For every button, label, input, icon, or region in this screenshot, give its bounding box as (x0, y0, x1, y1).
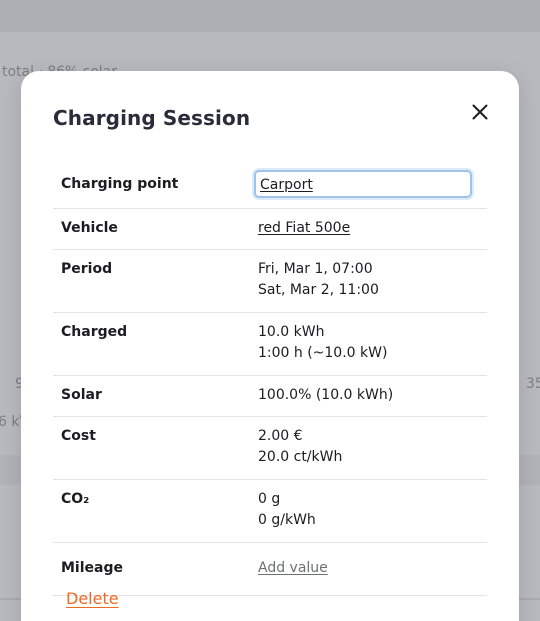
vehicle-link[interactable]: red Fiat 500e (258, 220, 350, 236)
co2-total: 0 g (258, 491, 281, 507)
add-mileage-link[interactable]: Add value (258, 560, 328, 576)
row-label: Solar (61, 387, 102, 403)
charging-point-link[interactable]: Carport (260, 177, 313, 193)
row-charged: Charged 10.0 kWh 1:00 h (~10.0 kW) (53, 313, 487, 376)
row-co2: CO₂ 0 g 0 g/kWh (53, 480, 487, 543)
row-solar: Solar 100.0% (10.0 kWh) (53, 376, 487, 417)
solar-value: 100.0% (10.0 kWh) (258, 387, 394, 403)
row-label: Mileage (61, 560, 123, 576)
period-end: Sat, Mar 2, 11:00 (258, 282, 379, 298)
delete-button[interactable]: Delete (66, 589, 119, 608)
row-period: Period Fri, Mar 1, 07:00 Sat, Mar 2, 11:… (53, 250, 487, 313)
row-label: Period (61, 261, 113, 277)
row-vehicle: Vehicle red Fiat 500e (53, 209, 487, 250)
row-label: Cost (61, 428, 96, 444)
period-start: Fri, Mar 1, 07:00 (258, 261, 373, 277)
row-charging-point: Charging point Carport (53, 165, 487, 209)
co2-per-kwh: 0 g/kWh (258, 512, 316, 528)
cost-per-kwh: 20.0 ct/kWh (258, 449, 343, 465)
background-topbar (0, 0, 540, 32)
row-label: Charging point (61, 176, 179, 192)
close-icon (472, 104, 488, 120)
session-details-table: Charging point Carport Vehicle red Fiat … (53, 165, 487, 596)
row-label: Charged (61, 324, 128, 340)
cost-total: 2.00 € (258, 428, 303, 444)
row-cost: Cost 2.00 € 20.0 ct/kWh (53, 417, 487, 480)
row-label: CO₂ (61, 491, 90, 507)
charged-energy: 10.0 kWh (258, 324, 325, 340)
background-fragment: 35 (526, 376, 540, 392)
dialog-title: Charging Session (53, 106, 251, 130)
charging-point-select[interactable]: Carport (254, 170, 472, 198)
row-label: Vehicle (61, 220, 118, 236)
close-button[interactable] (467, 99, 493, 125)
charged-duration: 1:00 h (~10.0 kW) (258, 345, 388, 361)
charging-session-dialog: Charging Session Charging point Carport … (21, 71, 519, 621)
